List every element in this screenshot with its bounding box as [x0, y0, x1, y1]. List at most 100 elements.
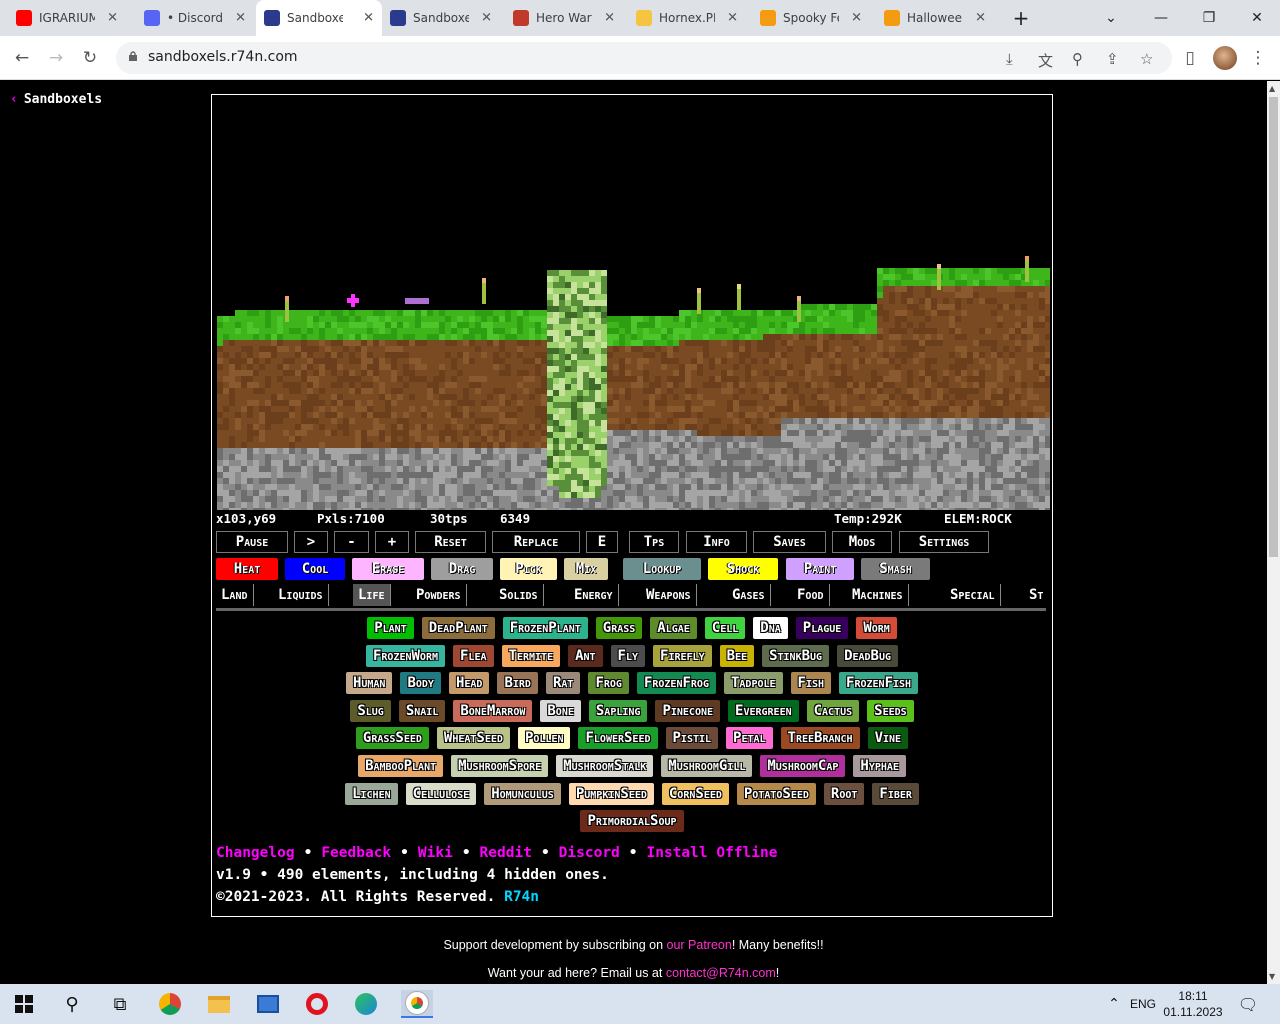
element-homunculus-button[interactable]: Homunculus	[484, 782, 561, 805]
back-arrow-icon[interactable]: ←	[10, 46, 34, 70]
element-frozenfrog-button[interactable]: FrozenFrog	[636, 672, 716, 695]
restore-button[interactable]: ❐	[1186, 0, 1232, 36]
element-slug-button[interactable]: Slug	[350, 699, 391, 722]
element-human-button[interactable]: Human	[345, 672, 393, 695]
element-bonemarrow-button[interactable]: BoneMarrow	[453, 699, 533, 722]
tool-paint-button[interactable]: Paint	[786, 558, 854, 580]
network-app-icon[interactable]	[254, 990, 282, 1018]
profile-avatar[interactable]	[1213, 46, 1237, 70]
category-tab-land[interactable]: Land	[216, 584, 254, 606]
element-pollen-button[interactable]: Pollen	[517, 727, 571, 750]
element-evergreen-button[interactable]: Evergreen	[728, 699, 799, 722]
control-tps-button[interactable]: Tps	[629, 531, 679, 553]
control-saves-button[interactable]: Saves	[753, 531, 826, 553]
language-indicator[interactable]: ENG	[1128, 990, 1158, 1018]
element-grass-button[interactable]: Grass	[595, 617, 643, 639]
menu-kebab-icon[interactable]: ⋮	[1246, 46, 1270, 70]
category-tab-food[interactable]: Food	[792, 584, 830, 606]
element-cell-button[interactable]: Cell	[704, 617, 746, 639]
element-ant-button[interactable]: Ant	[568, 644, 603, 667]
tab-close-icon[interactable]: ✕	[481, 11, 492, 26]
tab-close-icon[interactable]: ✕	[107, 11, 118, 26]
control-e-button[interactable]: E	[586, 531, 618, 553]
browser-tab[interactable]: IGRARIUM ✕	[8, 4, 126, 32]
tool-drag-button[interactable]: Drag	[431, 558, 493, 580]
tool-lookup-button[interactable]: Lookup	[623, 558, 701, 580]
element-bee-button[interactable]: Bee	[719, 644, 755, 667]
element-firefly-button[interactable]: Firefly	[653, 644, 712, 667]
element-cellulose-button[interactable]: Cellulose	[405, 782, 477, 805]
tab-search-icon[interactable]: ⌄	[1088, 0, 1134, 36]
browser-tab[interactable]: Sandboxels ✕	[256, 0, 382, 36]
element-mushroomgill-button[interactable]: MushroomGill	[661, 754, 753, 777]
browser-tab[interactable]: Hornex.PRO ✕	[628, 4, 746, 32]
element-termite-button[interactable]: Termite	[501, 644, 561, 667]
element-potatoseed-button[interactable]: PotatoSeed	[736, 782, 816, 805]
element-flowerseed-button[interactable]: FlowerSeed	[578, 727, 658, 750]
tab-close-icon[interactable]: ✕	[235, 11, 246, 26]
element-frozenfish-button[interactable]: FrozenFish	[839, 672, 919, 695]
element-frog-button[interactable]: Frog	[588, 672, 629, 695]
element-pinecone-button[interactable]: Pinecone	[655, 699, 721, 722]
element-frozenworm-button[interactable]: FrozenWorm	[365, 644, 445, 667]
element-cactus-button[interactable]: Cactus	[806, 699, 860, 722]
element-fish-button[interactable]: Fish	[790, 672, 832, 695]
element-worm-button[interactable]: Worm	[856, 617, 897, 639]
zoom-icon[interactable]: ⚲	[1072, 50, 1083, 68]
tab-close-icon[interactable]: ✕	[363, 11, 374, 26]
r74n-link[interactable]: R74n	[504, 889, 539, 905]
system-clock[interactable]: 18:11 01.11.2023	[1160, 988, 1226, 1020]
tool-smash-button[interactable]: Smash	[861, 558, 930, 580]
element-rat-button[interactable]: Rat	[545, 672, 581, 695]
tool-pick-button[interactable]: Pick	[500, 558, 557, 580]
category-tab-gases[interactable]: Gases	[727, 584, 771, 606]
element-cornseed-button[interactable]: CornSeed	[661, 782, 729, 805]
browser-tab[interactable]: Sandboxels ✕	[382, 4, 500, 32]
category-tab-liquids[interactable]: Liquids	[273, 584, 329, 606]
footer-link-changelog[interactable]: Changelog	[216, 845, 295, 861]
browser-tab[interactable]: • Discord ✕	[136, 4, 254, 32]
element-head-button[interactable]: Head	[448, 672, 490, 695]
tool-shock-button[interactable]: Shock	[708, 558, 778, 580]
element-flea-button[interactable]: Flea	[453, 644, 494, 667]
scroll-up-icon[interactable]: ▲	[1269, 84, 1275, 93]
category-tab-st[interactable]: St	[1024, 584, 1046, 606]
browser-tab[interactable]: Spooky Fest ✕	[752, 4, 870, 32]
patreon-link[interactable]: our Patreon	[667, 938, 732, 952]
tool-cool-button[interactable]: Cool	[285, 558, 345, 580]
search-icon[interactable]: ⚲	[58, 990, 86, 1018]
scroll-down-icon[interactable]: ▼	[1269, 972, 1275, 981]
element-petal-button[interactable]: Petal	[726, 727, 773, 750]
control-sym-button[interactable]: -	[334, 531, 369, 553]
omnibox[interactable]: sandboxels.r74n.com ⤓ 文 ⚲ ⇪ ☆	[116, 42, 1172, 74]
element-algae-button[interactable]: Algae	[650, 617, 697, 639]
element-snail-button[interactable]: Snail	[398, 699, 446, 722]
element-deadbug-button[interactable]: DeadBug	[837, 644, 899, 667]
element-mushroomstalk-button[interactable]: MushroomStalk	[556, 754, 654, 777]
element-bone-button[interactable]: Bone	[540, 699, 581, 722]
minimize-button[interactable]: —	[1138, 0, 1184, 36]
element-body-button[interactable]: Body	[400, 672, 441, 695]
element-plague-button[interactable]: Plague	[795, 617, 849, 639]
element-wheatseed-button[interactable]: WheatSeed	[436, 727, 510, 750]
url-text[interactable]: sandboxels.r74n.com	[148, 49, 298, 65]
element-fly-button[interactable]: Fly	[610, 644, 646, 667]
element-seeds-button[interactable]: Seeds	[867, 699, 914, 722]
tool-mix-button[interactable]: Mix	[564, 558, 608, 580]
share-icon[interactable]: ⇪	[1106, 50, 1119, 68]
control-settings-button[interactable]: Settings	[899, 531, 989, 553]
file-explorer-icon[interactable]	[205, 990, 233, 1018]
element-lichen-button[interactable]: Lichen	[345, 782, 398, 805]
tab-close-icon[interactable]: ✕	[975, 11, 986, 26]
forward-arrow-icon[interactable]: →	[44, 46, 68, 70]
element-stinkbug-button[interactable]: StinkBug	[762, 644, 830, 667]
task-view-icon[interactable]: ⧉	[106, 990, 134, 1018]
category-tab-weapons[interactable]: Weapons	[641, 584, 697, 606]
category-tab-solids[interactable]: Solids	[494, 584, 544, 606]
element-bird-button[interactable]: Bird	[497, 672, 538, 695]
element-fiber-button[interactable]: Fiber	[872, 782, 919, 805]
category-tab-machines[interactable]: Machines	[847, 584, 909, 606]
element-treebranch-button[interactable]: TreeBranch	[780, 727, 860, 750]
tab-close-icon[interactable]: ✕	[851, 11, 862, 26]
element-grassseed-button[interactable]: GrassSeed	[355, 727, 429, 750]
